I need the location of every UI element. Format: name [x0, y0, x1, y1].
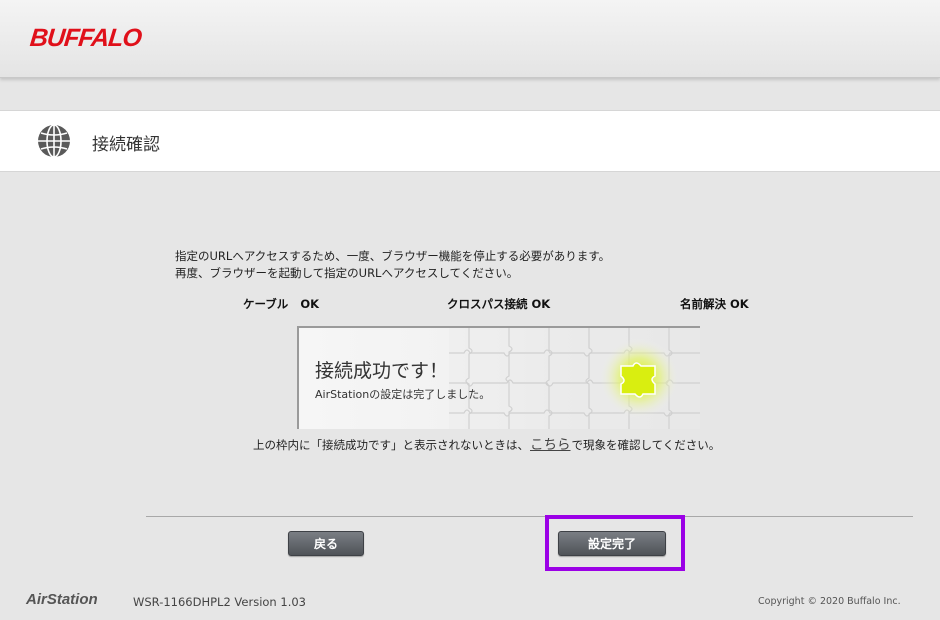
firmware-version: WSR-1166DHPL2 Version 1.03: [133, 595, 306, 609]
status-crosspass: クロスパス接続 OK: [447, 296, 550, 312]
status-cable-value: OK: [300, 297, 319, 311]
instruction-line-1: 指定のURLへアクセスするため、一度、ブラウザー機能を停止する必要があります。: [175, 249, 611, 263]
status-crosspass-value: OK: [531, 297, 551, 311]
note-text-after: で現象を確認してください。: [571, 438, 721, 452]
success-subtitle: AirStationの設定は完了しました。: [315, 388, 491, 401]
troubleshoot-note: 上の枠内に「接続成功です」と表示されないときは、こちらで現象を確認してください。: [253, 433, 720, 453]
header-bar: BUFFALO: [0, 0, 940, 78]
status-cable: ケーブル OK: [243, 296, 319, 312]
page-title-bar: 接続確認: [0, 110, 940, 172]
troubleshoot-link[interactable]: こちら: [530, 437, 571, 453]
buffalo-logo: BUFFALO: [28, 24, 143, 52]
status-crosspass-label: クロスパス接続: [447, 297, 528, 311]
airstation-logo: AirStation: [26, 591, 98, 608]
divider: [146, 516, 913, 517]
status-dns-value: OK: [730, 297, 749, 311]
status-dns-label: 名前解決: [680, 297, 726, 311]
status-dns: 名前解決 OK: [680, 296, 749, 312]
puzzle-image: [449, 328, 700, 429]
back-button[interactable]: 戻る: [288, 531, 364, 556]
status-cable-label: ケーブル: [243, 297, 289, 311]
note-text-before: 上の枠内に「接続成功です」と表示されないときは、: [253, 438, 529, 452]
highlight-box: [545, 515, 685, 571]
copyright: Copyright © 2020 Buffalo Inc.: [758, 596, 901, 607]
success-frame: 接続成功です！ AirStationの設定は完了しました。: [297, 326, 700, 429]
page-title: 接続確認: [92, 135, 160, 155]
instruction-message: 指定のURLへアクセスするため、一度、ブラウザー機能を停止する必要があります。 …: [175, 248, 610, 282]
instruction-line-2: 再度、ブラウザーを起動して指定のURLへアクセスしてください。: [175, 266, 519, 280]
globe-icon: [38, 124, 70, 158]
success-title: 接続成功です！: [315, 360, 449, 382]
